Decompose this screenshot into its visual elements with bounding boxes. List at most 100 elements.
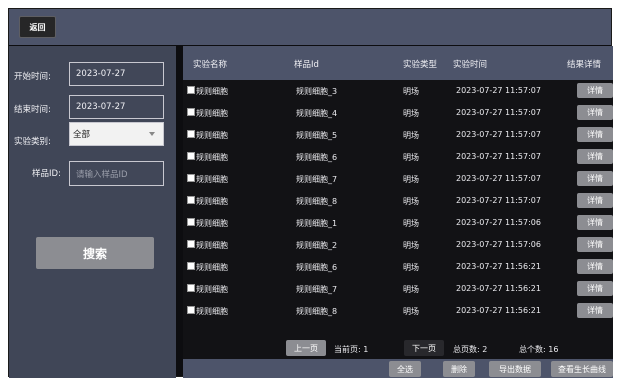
experiment-time-cell: 2023-07-27 11:57:07 — [456, 196, 541, 205]
row-checkbox[interactable] — [187, 130, 195, 138]
table-row: 规则细胞 规则细胞_8 明场 2023-07-27 11:57:07 详情 — [183, 191, 613, 213]
detail-button[interactable]: 详情 — [577, 127, 613, 142]
column-header-type: 实验类型 — [403, 60, 438, 70]
experiment-name-cell: 规则细胞 — [196, 285, 228, 294]
chevron-down-icon — [149, 132, 155, 136]
detail-button[interactable]: 详情 — [577, 171, 613, 186]
sample-id-cell: 规则细胞_5 — [296, 131, 338, 140]
next-page-button[interactable]: 下一页 — [404, 340, 444, 356]
experiment-name-cell: 规则细胞 — [196, 175, 228, 184]
sample-id-label: 样品ID: — [32, 169, 61, 179]
experiment-time-cell: 2023-07-27 11:57:07 — [456, 152, 541, 161]
export-data-button[interactable]: 导出数据 — [489, 361, 541, 377]
experiment-type-cell: 明场 — [403, 153, 419, 162]
end-time-label: 结束时间: — [14, 105, 51, 115]
experiment-time-cell: 2023-07-27 11:56:21 — [456, 262, 541, 271]
sample-id-cell: 规则细胞_2 — [296, 241, 338, 250]
growth-curve-button[interactable]: 查看生长曲线 — [551, 361, 613, 377]
back-button[interactable]: 返回 — [19, 16, 56, 38]
select-all-button[interactable]: 全选 — [389, 361, 421, 377]
experiment-type-cell: 明场 — [403, 263, 419, 272]
table-row: 规则细胞 规则细胞_5 明场 2023-07-27 11:57:07 详情 — [183, 125, 613, 147]
row-checkbox[interactable] — [187, 196, 195, 204]
column-header-time: 实验时间 — [453, 60, 488, 70]
detail-button[interactable]: 详情 — [577, 193, 613, 208]
experiment-name-cell: 规则细胞 — [196, 109, 228, 118]
experiment-time-cell: 2023-07-27 11:57:06 — [456, 218, 541, 227]
table-row: 规则细胞 规则细胞_6 明场 2023-07-27 11:56:21 详情 — [183, 257, 613, 279]
table-row: 规则细胞 规则细胞_3 明场 2023-07-27 11:57:07 详情 — [183, 81, 613, 103]
experiment-time-cell: 2023-07-27 11:57:07 — [456, 130, 541, 139]
sample-id-cell: 规则细胞_3 — [296, 87, 338, 96]
experiment-name-cell: 规则细胞 — [196, 241, 228, 250]
experiment-name-cell: 规则细胞 — [196, 131, 228, 140]
start-time-input[interactable]: 2023-07-27 — [69, 62, 164, 86]
detail-button[interactable]: 详情 — [577, 105, 613, 120]
total-pages-text: 总页数: 2 — [453, 345, 488, 354]
row-checkbox[interactable] — [187, 240, 195, 248]
experiment-name-cell: 规则细胞 — [196, 197, 228, 206]
experiment-type-cell: 明场 — [403, 219, 419, 228]
experiment-type-value: 全部 — [73, 130, 91, 140]
row-checkbox[interactable] — [187, 218, 195, 226]
action-bar: 全选 删除 导出数据 查看生长曲线 — [183, 359, 613, 378]
experiment-time-cell: 2023-07-27 11:57:07 — [456, 108, 541, 117]
sample-id-cell: 规则细胞_6 — [296, 153, 338, 162]
table-row: 规则细胞 规则细胞_1 明场 2023-07-27 11:57:06 详情 — [183, 213, 613, 235]
detail-button[interactable]: 详情 — [577, 149, 613, 164]
sample-id-cell: 规则细胞_4 — [296, 109, 338, 118]
experiment-type-select[interactable]: 全部 — [69, 122, 164, 146]
experiment-type-cell: 明场 — [403, 241, 419, 250]
experiment-time-cell: 2023-07-27 11:56:21 — [456, 284, 541, 293]
row-checkbox[interactable] — [187, 152, 195, 160]
row-checkbox[interactable] — [187, 306, 195, 314]
experiment-name-cell: 规则细胞 — [196, 263, 228, 272]
top-bar: 返回 — [9, 9, 611, 45]
app-window: 返回 开始时间: 2023-07-27 结束时间: 2023-07-27 实验类… — [8, 8, 613, 378]
end-time-input[interactable]: 2023-07-27 — [69, 95, 164, 119]
detail-button[interactable]: 详情 — [577, 215, 613, 230]
experiment-time-cell: 2023-07-27 11:57:07 — [456, 86, 541, 95]
current-page-text: 当前页: 1 — [334, 345, 369, 354]
experiment-name-cell: 规则细胞 — [196, 153, 228, 162]
column-header-detail: 结果详情 — [567, 60, 602, 70]
detail-button[interactable]: 详情 — [577, 83, 613, 98]
experiment-name-cell: 规则细胞 — [196, 87, 228, 96]
detail-button[interactable]: 详情 — [577, 237, 613, 252]
column-header-sample-id: 样品Id — [294, 60, 319, 70]
sample-id-input[interactable]: 请输入样品ID — [69, 161, 164, 186]
experiment-time-cell: 2023-07-27 11:57:06 — [456, 240, 541, 249]
search-button[interactable]: 搜索 — [36, 237, 154, 269]
experiment-time-cell: 2023-07-27 11:56:21 — [456, 306, 541, 315]
experiment-type-cell: 明场 — [403, 285, 419, 294]
experiment-type-cell: 明场 — [403, 87, 419, 96]
table-row: 规则细胞 规则细胞_7 明场 2023-07-27 11:57:07 详情 — [183, 169, 613, 191]
detail-button[interactable]: 详情 — [577, 303, 613, 318]
experiment-type-cell: 明场 — [403, 175, 419, 184]
experiment-type-cell: 明场 — [403, 197, 419, 206]
detail-button[interactable]: 详情 — [577, 259, 613, 274]
start-time-label: 开始时间: — [14, 72, 51, 82]
sample-id-cell: 规则细胞_7 — [296, 285, 338, 294]
results-panel: 实验名称 样品Id 实验类型 实验时间 结果详情 规则细胞 规则细胞_3 明场 202… — [183, 46, 613, 378]
column-header-name: 实验名称 — [193, 60, 228, 70]
table-row: 规则细胞 规则细胞_8 明场 2023-07-27 11:56:21 详情 — [183, 301, 613, 323]
table-row: 规则细胞 规则细胞_2 明场 2023-07-27 11:57:06 详情 — [183, 235, 613, 257]
row-checkbox[interactable] — [187, 174, 195, 182]
experiment-type-label: 实验类别: — [14, 137, 51, 147]
experiment-name-cell: 规则细胞 — [196, 219, 228, 228]
table-row: 规则细胞 规则细胞_7 明场 2023-07-27 11:56:21 详情 — [183, 279, 613, 301]
row-checkbox[interactable] — [187, 108, 195, 116]
prev-page-button[interactable]: 上一页 — [286, 340, 326, 356]
row-checkbox[interactable] — [187, 86, 195, 94]
sample-id-cell: 规则细胞_8 — [296, 307, 338, 316]
sample-id-cell: 规则细胞_6 — [296, 263, 338, 272]
experiment-type-cell: 明场 — [403, 307, 419, 316]
row-checkbox[interactable] — [187, 262, 195, 270]
detail-button[interactable]: 详情 — [577, 281, 613, 296]
sample-id-cell: 规则细胞_1 — [296, 219, 338, 228]
row-checkbox[interactable] — [187, 284, 195, 292]
delete-button[interactable]: 删除 — [443, 361, 475, 377]
table-row: 规则细胞 规则细胞_4 明场 2023-07-27 11:57:07 详情 — [183, 103, 613, 125]
experiment-type-cell: 明场 — [403, 109, 419, 118]
